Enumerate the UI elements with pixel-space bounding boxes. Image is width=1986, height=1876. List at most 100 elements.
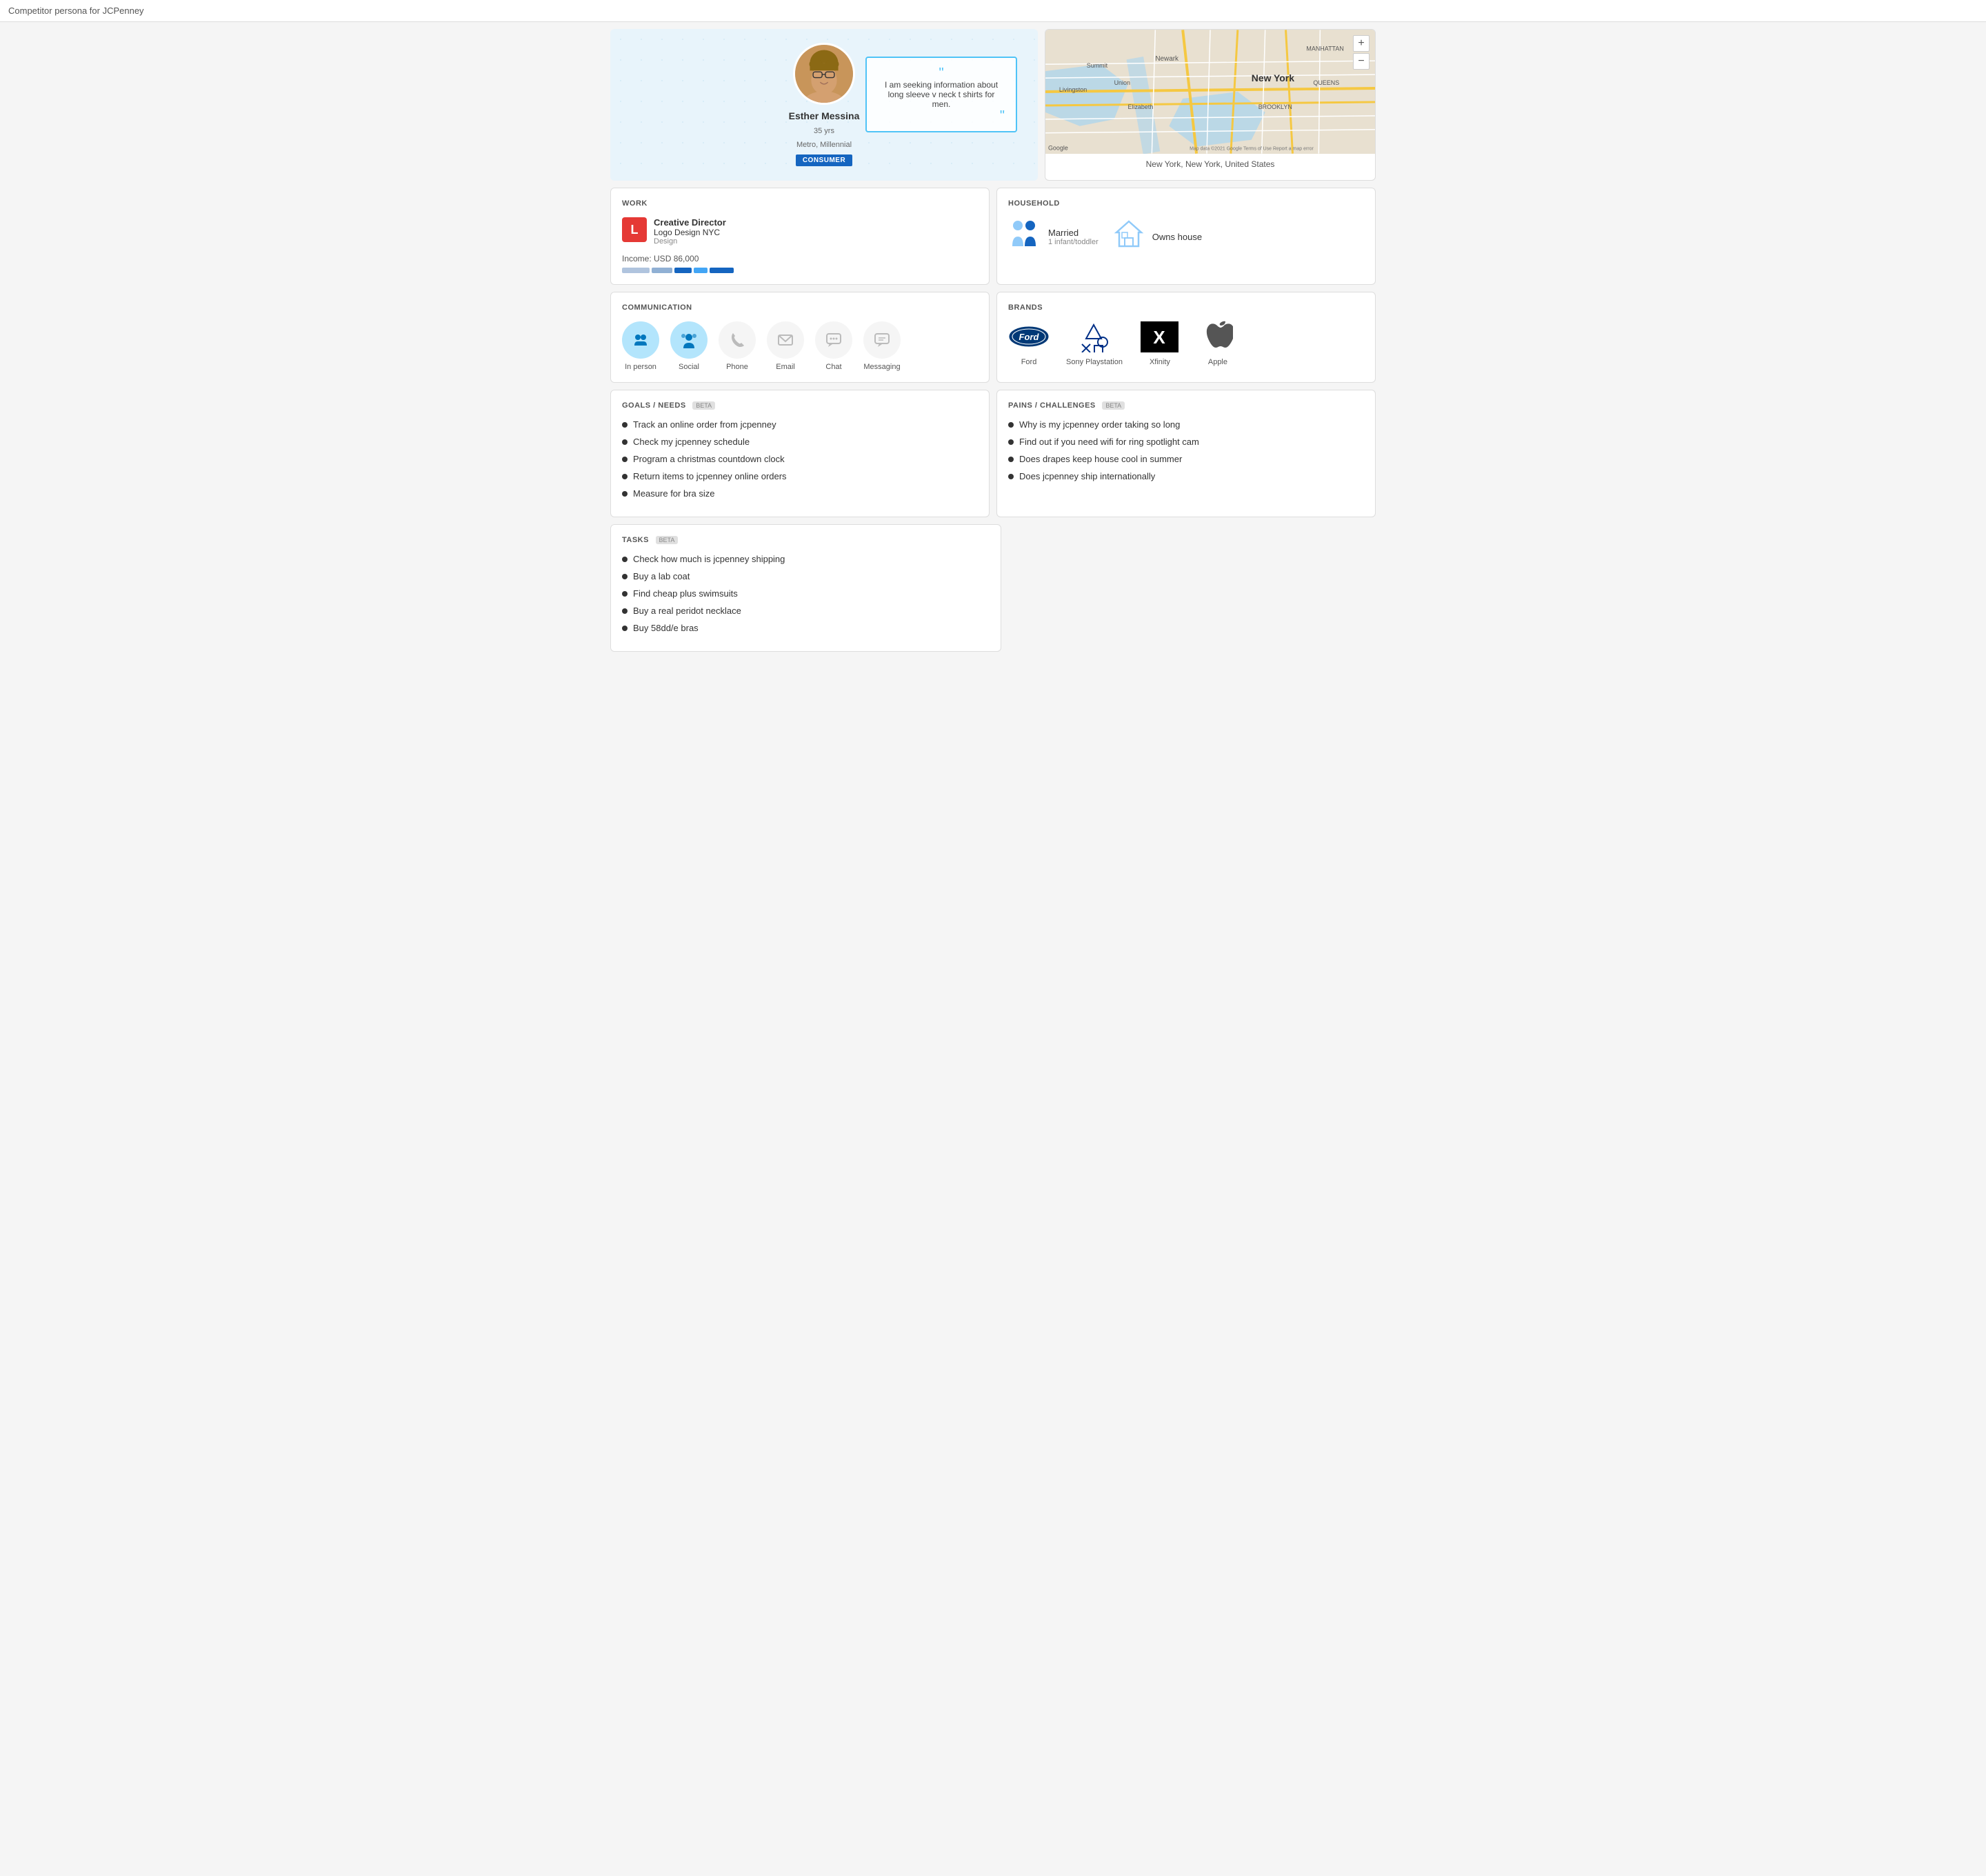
page-title: Competitor persona for JCPenney xyxy=(0,0,1986,22)
bullet-dot xyxy=(622,439,628,445)
work-card: WORK L Creative Director Logo Design NYC… xyxy=(610,188,990,285)
bullet-dot xyxy=(1008,457,1014,462)
list-item: Check my jcpenney schedule xyxy=(622,437,978,447)
list-item: Find cheap plus swimsuits xyxy=(622,588,990,599)
married-label: Married xyxy=(1048,228,1099,238)
list-item: Measure for bra size xyxy=(622,488,978,499)
map-location-label: New York, New York, United States xyxy=(1045,154,1375,174)
tasks-title-text: TASKS xyxy=(622,536,649,544)
svg-text:Newark: Newark xyxy=(1155,55,1178,63)
brand-playstation: Sony Playstation xyxy=(1066,321,1123,366)
income-seg-1 xyxy=(622,268,650,273)
married-sub: 1 infant/toddler xyxy=(1048,238,1099,246)
messaging-icon xyxy=(863,321,901,359)
comm-social: Social xyxy=(670,321,708,371)
work-company: L Creative Director Logo Design NYC Desi… xyxy=(622,217,978,246)
pains-list: Why is my jcpenney order taking so long … xyxy=(1008,419,1364,481)
house-icon xyxy=(1112,217,1145,256)
comm-title: COMMUNICATION xyxy=(622,303,978,312)
phone-label: Phone xyxy=(726,363,748,371)
goals-card: GOALS / NEEDS BETA Track an online order… xyxy=(610,390,990,517)
svg-text:Elizabeth: Elizabeth xyxy=(1128,103,1154,110)
work-title: WORK xyxy=(622,199,978,208)
quote-open: " xyxy=(878,66,1005,80)
tasks-beta-badge: BETA xyxy=(656,536,679,544)
department: Design xyxy=(654,237,726,246)
list-item: Buy a real peridot necklace xyxy=(622,606,990,616)
brand-xfinity: X Xfinity xyxy=(1139,321,1181,366)
income-seg-2 xyxy=(652,268,672,273)
bullet-dot xyxy=(622,491,628,497)
household-title: HOUSEHOLD xyxy=(1008,199,1364,208)
list-item: Does jcpenney ship internationally xyxy=(1008,471,1364,481)
svg-text:BROOKLYN: BROOKLYN xyxy=(1258,103,1292,110)
company-name: Logo Design NYC xyxy=(654,228,726,237)
apple-logo xyxy=(1197,321,1238,352)
bullet-dot xyxy=(1008,422,1014,428)
list-item: Does drapes keep house cool in summer xyxy=(1008,454,1364,464)
messaging-label: Messaging xyxy=(863,363,900,371)
communication-card: COMMUNICATION In person xyxy=(610,292,990,383)
comm-messaging: Messaging xyxy=(863,321,901,371)
bullet-dot xyxy=(622,574,628,579)
work-household-row: WORK L Creative Director Logo Design NYC… xyxy=(610,188,1376,285)
svg-text:X: X xyxy=(1154,327,1166,348)
svg-text:Ford: Ford xyxy=(1019,332,1040,342)
zoom-in-button[interactable]: + xyxy=(1353,35,1370,52)
list-item: Track an online order from jcpenney xyxy=(622,419,978,430)
svg-text:Livingston: Livingston xyxy=(1059,86,1087,93)
map-card: New York Newark MANHATTAN QUEENS BROOKLY… xyxy=(1045,29,1376,181)
pains-card: PAINS / CHALLENGES BETA Why is my jcpenn… xyxy=(996,390,1376,517)
svg-text:Summit: Summit xyxy=(1087,62,1108,69)
apple-name: Apple xyxy=(1208,358,1227,366)
goals-beta-badge: BETA xyxy=(692,401,715,410)
company-info: Creative Director Logo Design NYC Design xyxy=(654,217,726,246)
bullet-dot xyxy=(622,591,628,597)
bullet-dot xyxy=(622,474,628,479)
quote-box: " I am seeking information about long sl… xyxy=(865,57,1017,132)
empty-spacer xyxy=(1008,524,1376,652)
income-label: Income: USD 86,000 xyxy=(622,254,978,263)
email-label: Email xyxy=(776,363,795,371)
persona-card: Esther Messina 35 yrs Metro, Millennial … xyxy=(610,29,1038,181)
pains-beta-badge: BETA xyxy=(1102,401,1125,410)
bullet-dot xyxy=(622,608,628,614)
svg-text:Union: Union xyxy=(1114,79,1130,86)
list-item: Buy 58dd/e bras xyxy=(622,623,990,633)
bullet-dot xyxy=(622,626,628,631)
svg-text:QUEENS: QUEENS xyxy=(1313,79,1339,86)
email-icon xyxy=(767,321,804,359)
income-seg-3 xyxy=(674,268,692,273)
bullet-dot xyxy=(622,557,628,562)
svg-text:MANHATTAN: MANHATTAN xyxy=(1306,45,1343,52)
zoom-out-button[interactable]: − xyxy=(1353,53,1370,70)
income-seg-4 xyxy=(694,268,708,273)
goals-list: Track an online order from jcpenney Chec… xyxy=(622,419,978,499)
bullet-dot xyxy=(622,422,628,428)
brands-items: Ford Ford xyxy=(1008,321,1364,366)
ford-name: Ford xyxy=(1021,358,1037,366)
tasks-title: TASKS BETA xyxy=(622,536,990,544)
goals-pains-row: GOALS / NEEDS BETA Track an online order… xyxy=(610,390,1376,517)
brands-card: BRANDS Ford Ford xyxy=(996,292,1376,383)
playstation-name: Sony Playstation xyxy=(1066,358,1123,366)
owns-house-label: Owns house xyxy=(1152,232,1202,242)
map-controls: + − xyxy=(1353,35,1370,70)
comm-brands-row: COMMUNICATION In person xyxy=(610,292,1376,383)
list-item: Buy a lab coat xyxy=(622,571,990,581)
inperson-icon xyxy=(622,321,659,359)
ford-logo: Ford xyxy=(1008,321,1050,352)
tasks-list: Check how much is jcpenney shipping Buy … xyxy=(622,554,990,633)
pains-title-text: PAINS / CHALLENGES xyxy=(1008,401,1096,410)
household-house: Owns house xyxy=(1112,217,1202,256)
chat-icon xyxy=(815,321,852,359)
job-title: Creative Director xyxy=(654,217,726,228)
avatar xyxy=(793,43,855,105)
quote-text: I am seeking information about long slee… xyxy=(878,80,1005,109)
brands-title: BRANDS xyxy=(1008,303,1364,312)
brand-apple: Apple xyxy=(1197,321,1238,366)
inperson-label: In person xyxy=(625,363,656,371)
company-logo: L xyxy=(622,217,647,242)
list-item: Check how much is jcpenney shipping xyxy=(622,554,990,564)
brand-ford: Ford Ford xyxy=(1008,321,1050,366)
